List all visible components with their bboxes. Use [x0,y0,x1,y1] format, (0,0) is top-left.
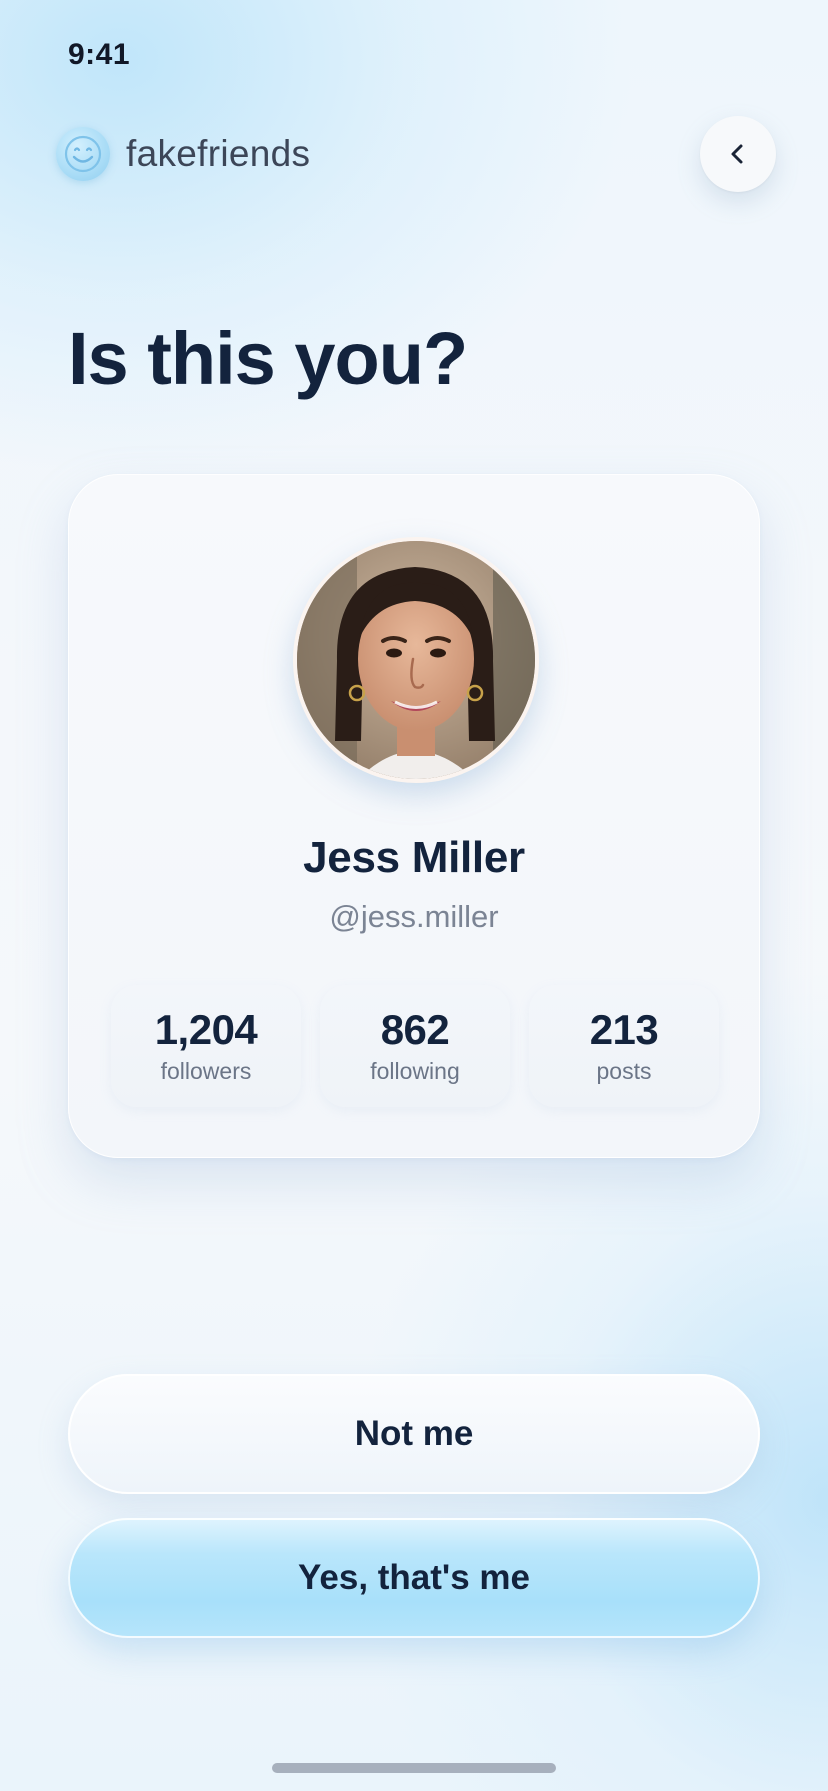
avatar [293,537,539,783]
stat-posts: 213 posts [529,985,719,1107]
profile-handle: @jess.miller [329,899,499,934]
stat-label: following [370,1057,460,1084]
confirm-identity-button[interactable]: Yes, that's me [68,1518,760,1638]
not-me-button[interactable]: Not me [68,1374,760,1494]
profile-stats: 1,204 followers 862 following 213 posts [111,985,719,1107]
stat-following: 862 following [320,985,510,1107]
status-bar-time: 9:41 [68,38,131,71]
stat-value: 862 [380,1005,450,1053]
home-indicator[interactable] [272,1763,556,1773]
smiley-face-icon [56,127,110,181]
stat-value: 1,204 [154,1005,258,1053]
stat-label: posts [596,1057,652,1084]
page-title: Is this you? [68,317,468,400]
stat-followers: 1,204 followers [111,985,301,1107]
profile-card: Jess Miller @jess.miller 1,204 followers… [68,474,760,1158]
brand-name: fakefriends [126,133,311,174]
stat-label: followers [160,1057,252,1084]
stat-value: 213 [589,1005,659,1053]
profile-name: Jess Miller [303,833,525,882]
chevron-left-icon [731,144,743,164]
brand: fakefriends [56,126,310,182]
back-button[interactable] [700,116,776,192]
